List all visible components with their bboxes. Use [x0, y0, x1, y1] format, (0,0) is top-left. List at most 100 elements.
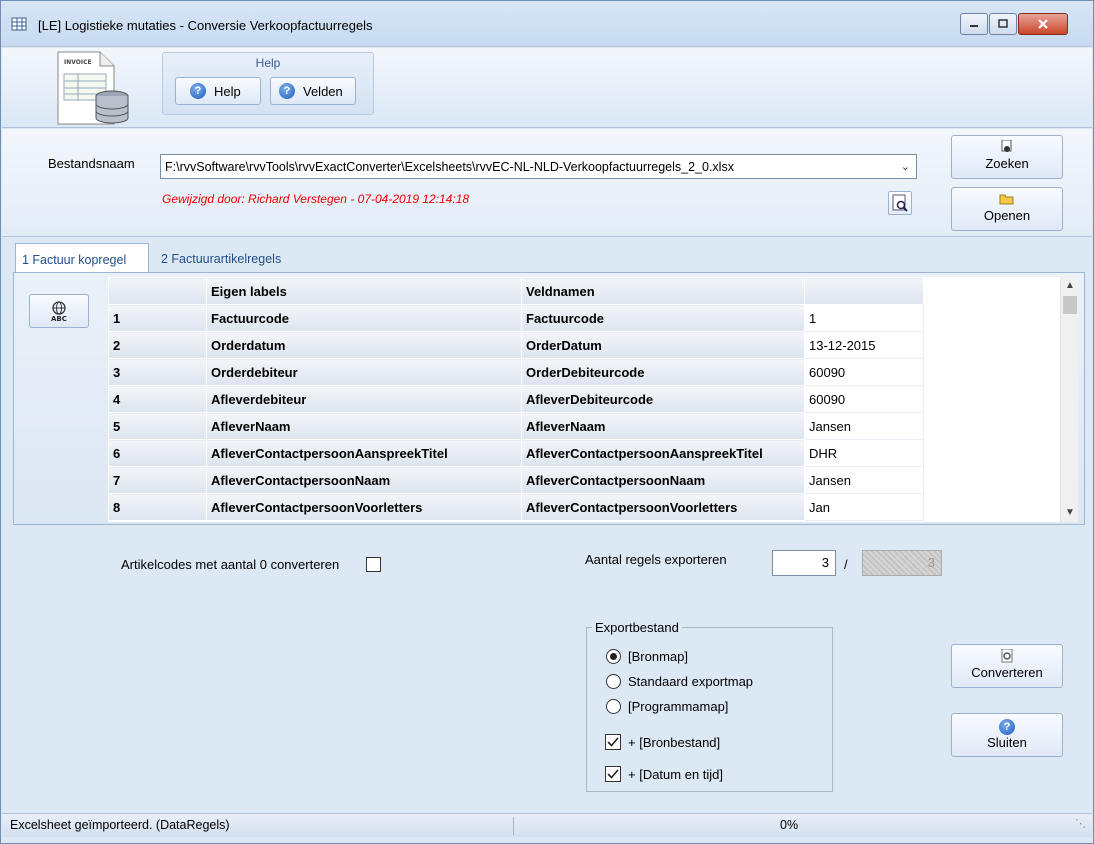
search-button-label: Zoeken — [985, 156, 1029, 171]
radio-standaard-exportmap[interactable] — [606, 674, 621, 689]
window-title: [LE] Logistieke mutaties - Conversie Ver… — [38, 18, 373, 33]
convert-button[interactable]: Converteren — [951, 644, 1063, 688]
row-value: 13-12-2015 — [804, 331, 924, 359]
close-button[interactable]: ? Sluiten — [951, 713, 1063, 757]
close-icon — [1038, 19, 1048, 29]
checkbox-bronbestand[interactable] — [605, 734, 621, 750]
resize-grip-icon[interactable]: ⋱ — [1075, 817, 1086, 830]
preview-button[interactable] — [888, 191, 912, 215]
row-label[interactable]: AfleverContactpersoonNaam — [206, 466, 522, 494]
row-number: 5 — [108, 412, 207, 440]
help-icon: ? — [279, 83, 295, 99]
row-field: AfleverNaam — [521, 412, 805, 440]
tab-factuur-kopregel[interactable]: 1 Factuur kopregel — [15, 243, 149, 273]
radio-bronmap-label[interactable]: [Bronmap] — [628, 649, 688, 664]
maximize-icon — [998, 19, 1008, 28]
row-value: 1 — [804, 304, 924, 332]
svg-text:ABC: ABC — [51, 315, 67, 322]
row-label[interactable]: Orderdatum — [206, 331, 522, 359]
checkmark-icon — [607, 737, 619, 747]
row-label[interactable]: AfleverContactpersoonVoorletters — [206, 493, 522, 521]
scrollbar-thumb[interactable] — [1063, 296, 1077, 314]
checkbox-datum-tijd[interactable] — [605, 766, 621, 782]
help-button-label: Help — [214, 83, 241, 99]
radio-programmamap-label[interactable]: [Programmamap] — [628, 699, 728, 714]
fields-button[interactable]: ? Velden — [270, 77, 356, 105]
tab-panel: ABC Eigen labels Veldnamen 1 Factuurcode… — [13, 272, 1085, 525]
main-window: [LE] Logistieke mutaties - Conversie Ver… — [0, 0, 1094, 844]
row-label[interactable]: Factuurcode — [206, 304, 522, 332]
minimize-button[interactable] — [960, 13, 988, 35]
help-icon: ? — [190, 83, 206, 99]
table-row[interactable]: 8 AfleverContactpersoonVoorletters Aflev… — [108, 493, 924, 521]
row-label[interactable]: AfleverNaam — [206, 412, 522, 440]
spellcheck-button[interactable]: ABC — [29, 294, 89, 328]
column-header-fields[interactable]: Veldnamen — [521, 277, 805, 305]
row-value: Jansen — [804, 466, 924, 494]
table-row[interactable]: 5 AfleverNaam AfleverNaam Jansen — [108, 412, 924, 440]
row-field: AfleverDebiteurcode — [521, 385, 805, 413]
row-value: 60090 — [804, 385, 924, 413]
row-value: Jansen — [804, 412, 924, 440]
scroll-down-icon[interactable]: ▼ — [1061, 504, 1078, 522]
checkbox-bronbestand-label[interactable]: + [Bronbestand] — [628, 735, 720, 750]
data-grid[interactable]: Eigen labels Veldnamen 1 Factuurcode Fac… — [108, 277, 1078, 522]
checkmark-icon — [607, 769, 619, 779]
radio-standaard-label[interactable]: Standaard exportmap — [628, 674, 753, 689]
row-field: AfleverContactpersoonVoorletters — [521, 493, 805, 521]
filename-combobox[interactable]: F:\rvvSoftware\rvvTools\rvvExactConverte… — [160, 154, 917, 179]
row-value: DHR — [804, 439, 924, 467]
invoice-database-icon: INVOICE — [57, 51, 129, 125]
row-field: AfleverContactpersoonNaam — [521, 466, 805, 494]
tab-factuurartikelregels[interactable]: 2 Factuurartikelregels — [155, 243, 315, 273]
row-label[interactable]: AfleverContactpersoonAanspreekTitel — [206, 439, 522, 467]
close-window-button[interactable] — [1018, 13, 1068, 35]
chevron-down-icon[interactable]: ⌄ — [901, 160, 910, 173]
rows-separator: / — [844, 557, 848, 572]
column-header-value — [804, 277, 924, 305]
radio-bronmap[interactable] — [606, 649, 621, 664]
table-row[interactable]: 3 Orderdebiteur OrderDebiteurcode 60090 — [108, 358, 924, 386]
row-value: 60090 — [804, 358, 924, 386]
close-button-label: Sluiten — [987, 735, 1027, 750]
row-number: 6 — [108, 439, 207, 467]
row-number: 8 — [108, 493, 207, 521]
total-rows-field: 3 — [862, 550, 942, 576]
help-group: Help ? Help ? Velden — [162, 52, 374, 115]
row-label[interactable]: Orderdebiteur — [206, 358, 522, 386]
status-message: Excelsheet geïmporteerd. (DataRegels) — [10, 818, 230, 832]
maximize-button[interactable] — [989, 13, 1017, 35]
help-button[interactable]: ? Help — [175, 77, 261, 105]
table-row[interactable]: 1 Factuurcode Factuurcode 1 — [108, 304, 924, 332]
checkbox-datum-tijd-label[interactable]: + [Datum en tijd] — [628, 767, 723, 782]
scroll-up-icon[interactable]: ▲ — [1061, 277, 1078, 295]
column-header-labels[interactable]: Eigen labels — [206, 277, 522, 305]
export-rows-label: Aantal regels exporteren — [585, 552, 727, 567]
grid-scrollbar[interactable]: ▲ ▼ — [1060, 277, 1078, 522]
row-number: 2 — [108, 331, 207, 359]
convert-gear-icon — [1001, 649, 1013, 663]
radio-programmamap[interactable] — [606, 699, 621, 714]
status-bar: Excelsheet geïmporteerd. (DataRegels) 0%… — [2, 813, 1092, 837]
row-field: Factuurcode — [521, 304, 805, 332]
zero-qty-checkbox[interactable] — [366, 557, 381, 572]
open-button[interactable]: Openen — [951, 187, 1063, 231]
fields-button-label: Velden — [303, 83, 343, 99]
column-header-nr — [108, 277, 207, 305]
help-group-title: Help — [255, 56, 281, 70]
row-number: 3 — [108, 358, 207, 386]
zero-qty-label: Artikelcodes met aantal 0 converteren — [121, 557, 340, 572]
table-row[interactable]: 4 Afleverdebiteur AfleverDebiteurcode 60… — [108, 385, 924, 413]
row-label[interactable]: Afleverdebiteur — [206, 385, 522, 413]
table-row[interactable]: 7 AfleverContactpersoonNaam AfleverConta… — [108, 466, 924, 494]
open-button-label: Openen — [983, 208, 1031, 223]
table-row[interactable]: 6 AfleverContactpersoonAanspreekTitel Af… — [108, 439, 924, 467]
export-rows-input[interactable]: 3 — [772, 550, 836, 576]
table-row[interactable]: 2 Orderdatum OrderDatum 13-12-2015 — [108, 331, 924, 359]
grid-icon — [11, 17, 27, 31]
file-section: Bestandsnaam F:\rvvSoftware\rvvTools\rvv… — [2, 129, 1092, 237]
search-button[interactable]: Zoeken — [951, 135, 1063, 179]
row-number: 1 — [108, 304, 207, 332]
search-file-icon — [1001, 140, 1012, 152]
globe-abc-icon: ABC — [51, 301, 67, 322]
